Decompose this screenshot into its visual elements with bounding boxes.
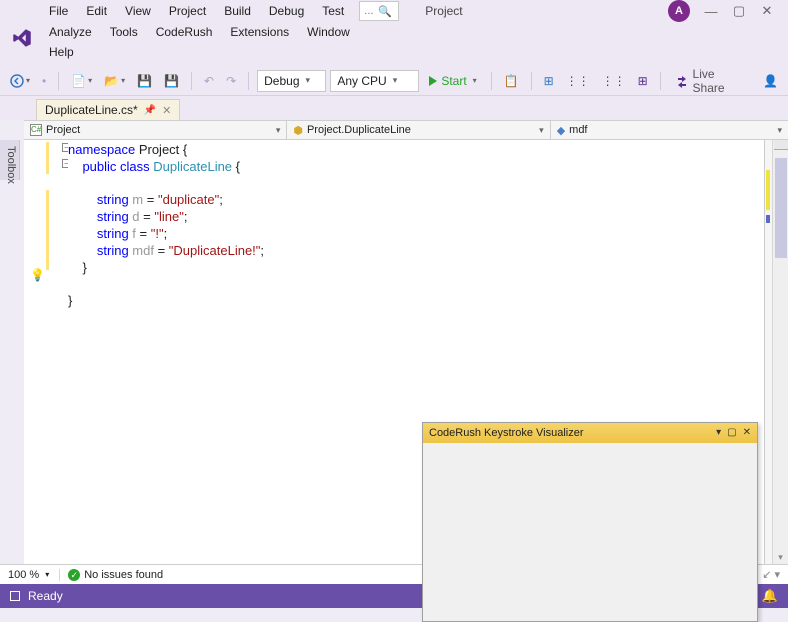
close-button[interactable]: ✕ (760, 3, 774, 19)
menu-coderush[interactable]: CodeRush (147, 22, 222, 42)
line-ending-icon[interactable]: ↙ ▾ (762, 568, 780, 581)
status-icon (10, 591, 20, 601)
class-icon: ⬢ (293, 124, 303, 137)
save-icon[interactable]: 💾 (133, 72, 156, 90)
menu-analyze[interactable]: Analyze (40, 22, 101, 42)
redo-icon[interactable]: ↷ (222, 72, 240, 90)
code-editor[interactable]: namespace Project { public class Duplica… (68, 140, 764, 564)
menu-row-2: Analyze Tools CodeRush Extensions Window (0, 22, 788, 42)
play-icon (429, 76, 437, 86)
issues-indicator[interactable]: ✓ No issues found (59, 569, 163, 581)
menu-help[interactable]: Help (40, 42, 83, 62)
menu-tools[interactable]: Tools (101, 22, 147, 42)
menu-view[interactable]: View (116, 1, 160, 21)
menu-row-3: Help (0, 42, 788, 62)
field-icon: ◆ (557, 124, 565, 137)
toolbar-icon-2[interactable]: ⊞ (540, 72, 558, 90)
search-icon: 🔍 (378, 5, 392, 18)
toolbox-tab[interactable]: Toolbox (0, 140, 20, 180)
save-all-icon[interactable]: 💾 (160, 72, 183, 90)
back-button[interactable]: ▾ (6, 72, 34, 90)
solution-config-combo[interactable]: Debug▾ (257, 70, 326, 92)
floatwin-close-icon[interactable]: ✕ (743, 425, 751, 441)
forward-button[interactable]: • (38, 72, 50, 90)
menu-file[interactable]: File (40, 1, 77, 21)
editor-gutter: − − 💡 (24, 140, 68, 564)
maximize-button[interactable]: ▢ (732, 3, 746, 19)
keystroke-visualizer-window[interactable]: CodeRush Keystroke Visualizer ▾ ▢ ✕ (422, 422, 758, 622)
undo-icon[interactable]: ↶ (200, 72, 218, 90)
floatwin-dropdown-icon[interactable]: ▾ (716, 425, 721, 441)
live-share-button[interactable]: Live Share (669, 67, 755, 95)
search-input[interactable] (364, 5, 378, 17)
floatwin-title: CodeRush Keystroke Visualizer (429, 425, 583, 441)
split-icon[interactable] (774, 140, 788, 150)
ok-icon: ✓ (68, 569, 80, 581)
new-project-icon[interactable]: 📄▾ (67, 72, 96, 90)
document-tab[interactable]: DuplicateLine.cs* 📌 ✕ (36, 99, 180, 120)
nav-member-combo[interactable]: ◆ mdf▾ (551, 121, 788, 139)
pin-icon[interactable]: 📌 (144, 105, 156, 116)
tab-close-icon[interactable]: ✕ (162, 104, 171, 117)
menu-window[interactable]: Window (298, 22, 359, 42)
status-ready: Ready (28, 589, 63, 603)
solution-name-label: Project (425, 4, 462, 18)
main-toolbar: ▾ • 📄▾ 📂▾ 💾 💾 ↶ ↷ Debug▾ Any CPU▾ Start▾… (0, 66, 788, 96)
tab-label: DuplicateLine.cs* (45, 103, 138, 117)
nav-class-combo[interactable]: ⬢ Project.DuplicateLine▾ (287, 121, 550, 139)
vertical-scrollbar[interactable]: ▴ ▾ (772, 140, 788, 564)
code-nav-bar: C# Project▾ ⬢ Project.DuplicateLine▾ ◆ m… (24, 120, 788, 140)
zoom-combo[interactable]: 100 %▾ (8, 569, 49, 581)
feedback-icon[interactable]: 👤 (759, 72, 782, 90)
nav-scope-combo[interactable]: C# Project▾ (24, 121, 287, 139)
menu-build[interactable]: Build (215, 1, 260, 21)
toolbar-icon-4[interactable]: ⋮⋮ (598, 72, 630, 90)
platform-combo[interactable]: Any CPU▾ (330, 70, 419, 92)
open-file-icon[interactable]: 📂▾ (100, 72, 129, 90)
quick-search[interactable]: 🔍 (359, 1, 399, 21)
menu-edit[interactable]: Edit (77, 1, 116, 21)
menu-project[interactable]: Project (160, 1, 215, 21)
menu-row-1: File Edit View Project Build Debug Test … (0, 0, 788, 22)
menu-debug[interactable]: Debug (260, 1, 313, 21)
start-debug-button[interactable]: Start▾ (423, 72, 482, 90)
document-tab-well: DuplicateLine.cs* 📌 ✕ (0, 96, 788, 120)
toolbar-icon-1[interactable]: 📋 (500, 72, 523, 90)
csharp-icon: C# (30, 124, 42, 136)
toolbar-icon-5[interactable]: ⊞ (634, 72, 652, 90)
notifications-icon[interactable]: 🔔 (762, 588, 778, 604)
menu-test[interactable]: Test (313, 1, 353, 21)
minimize-button[interactable]: — (704, 4, 718, 19)
menu-extensions[interactable]: Extensions (221, 22, 298, 42)
lightbulb-icon[interactable]: 💡 (30, 268, 44, 282)
toolbar-icon-3[interactable]: ⋮⋮ (562, 72, 594, 90)
editor-area: Toolbox − − 💡 namespace Project { public… (0, 140, 788, 564)
floatwin-maximize-icon[interactable]: ▢ (727, 425, 736, 441)
floatwin-titlebar[interactable]: CodeRush Keystroke Visualizer ▾ ▢ ✕ (423, 423, 757, 443)
overview-ruler (764, 140, 772, 564)
user-avatar[interactable]: A (668, 0, 690, 22)
vs-logo-icon (12, 28, 32, 48)
